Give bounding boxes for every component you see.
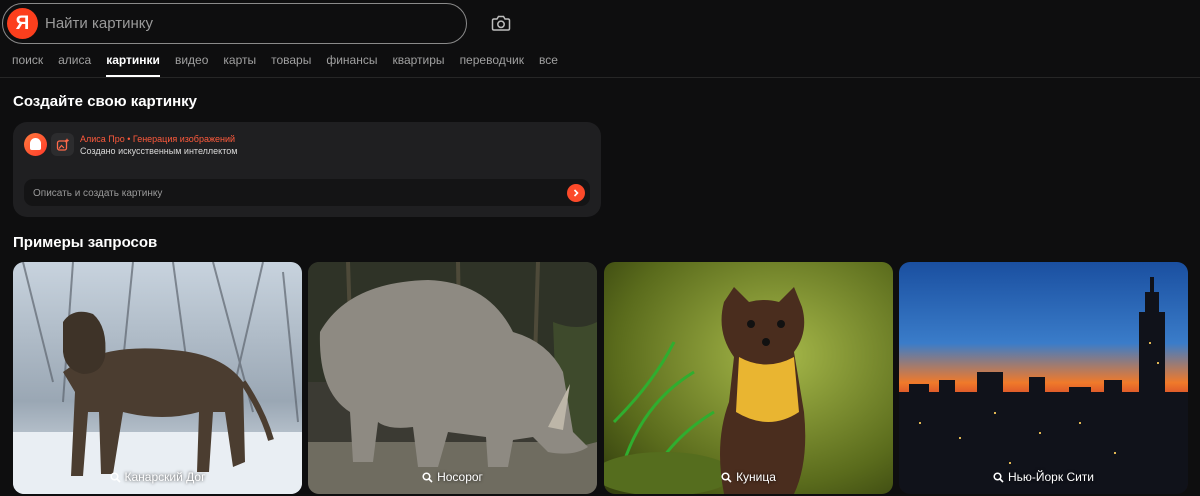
example-tile-marten[interactable]: Куница xyxy=(604,262,893,494)
marten-image xyxy=(604,262,893,494)
tab-video[interactable]: видео xyxy=(175,53,208,77)
nyc-image xyxy=(899,262,1188,494)
example-tile-nyc[interactable]: Нью-Йорк Сити xyxy=(899,262,1188,494)
search-icon xyxy=(993,471,1004,483)
tab-maps[interactable]: карты xyxy=(223,53,256,77)
tab-products[interactable]: товары xyxy=(271,53,311,77)
example-label: Нью-Йорк Сити xyxy=(899,470,1188,484)
create-prompt-field xyxy=(24,179,590,206)
generation-title: Алиса Про • Генерация изображений xyxy=(80,134,236,144)
generation-subtitle: Создано искусственным интеллектом xyxy=(80,146,238,156)
example-tile-dog[interactable]: Канарский Дог xyxy=(13,262,302,494)
example-label-text: Носорог xyxy=(437,470,483,484)
tab-images[interactable]: картинки xyxy=(106,53,160,77)
search-icon xyxy=(109,471,121,483)
rhino-image xyxy=(308,262,597,494)
create-prompt-input[interactable] xyxy=(33,183,553,203)
tab-translate[interactable]: переводчик xyxy=(460,53,524,77)
search-icon xyxy=(422,471,433,483)
create-heading: Создайте свою картинку xyxy=(13,93,197,110)
camera-search-icon[interactable] xyxy=(490,12,512,34)
create-submit-button[interactable] xyxy=(567,184,585,202)
header: Я поиск алиса картинки видео карты товар… xyxy=(0,0,1200,78)
service-tabs: поиск алиса картинки видео карты товары … xyxy=(12,53,573,77)
example-label-text: Канарский Дог xyxy=(124,470,206,484)
tab-search[interactable]: поиск xyxy=(12,53,43,77)
yandex-logo[interactable]: Я xyxy=(7,8,38,39)
dog-image xyxy=(13,262,302,494)
example-tile-rhino[interactable]: Носорог xyxy=(308,262,597,494)
example-label: Канарский Дог xyxy=(13,470,302,484)
image-generation-card: Алиса Про • Генерация изображений Создан… xyxy=(13,122,601,217)
example-label-text: Нью-Йорк Сити xyxy=(1007,470,1095,484)
image-generate-icon xyxy=(51,133,74,156)
search-input[interactable] xyxy=(45,8,445,39)
tab-alice[interactable]: алиса xyxy=(58,53,91,77)
alice-icon xyxy=(24,133,47,156)
chevron-right-icon xyxy=(573,189,579,197)
examples-heading: Примеры запросов xyxy=(13,234,158,251)
example-label: Носорог xyxy=(308,470,597,484)
example-label: Куница xyxy=(604,470,893,484)
tab-realty[interactable]: квартиры xyxy=(392,53,444,77)
example-label-text: Куница xyxy=(736,470,776,484)
search-icon xyxy=(721,471,732,483)
search-bar[interactable]: Я xyxy=(2,3,467,44)
tab-all[interactable]: все xyxy=(539,53,558,77)
tab-finance[interactable]: финансы xyxy=(326,53,377,77)
